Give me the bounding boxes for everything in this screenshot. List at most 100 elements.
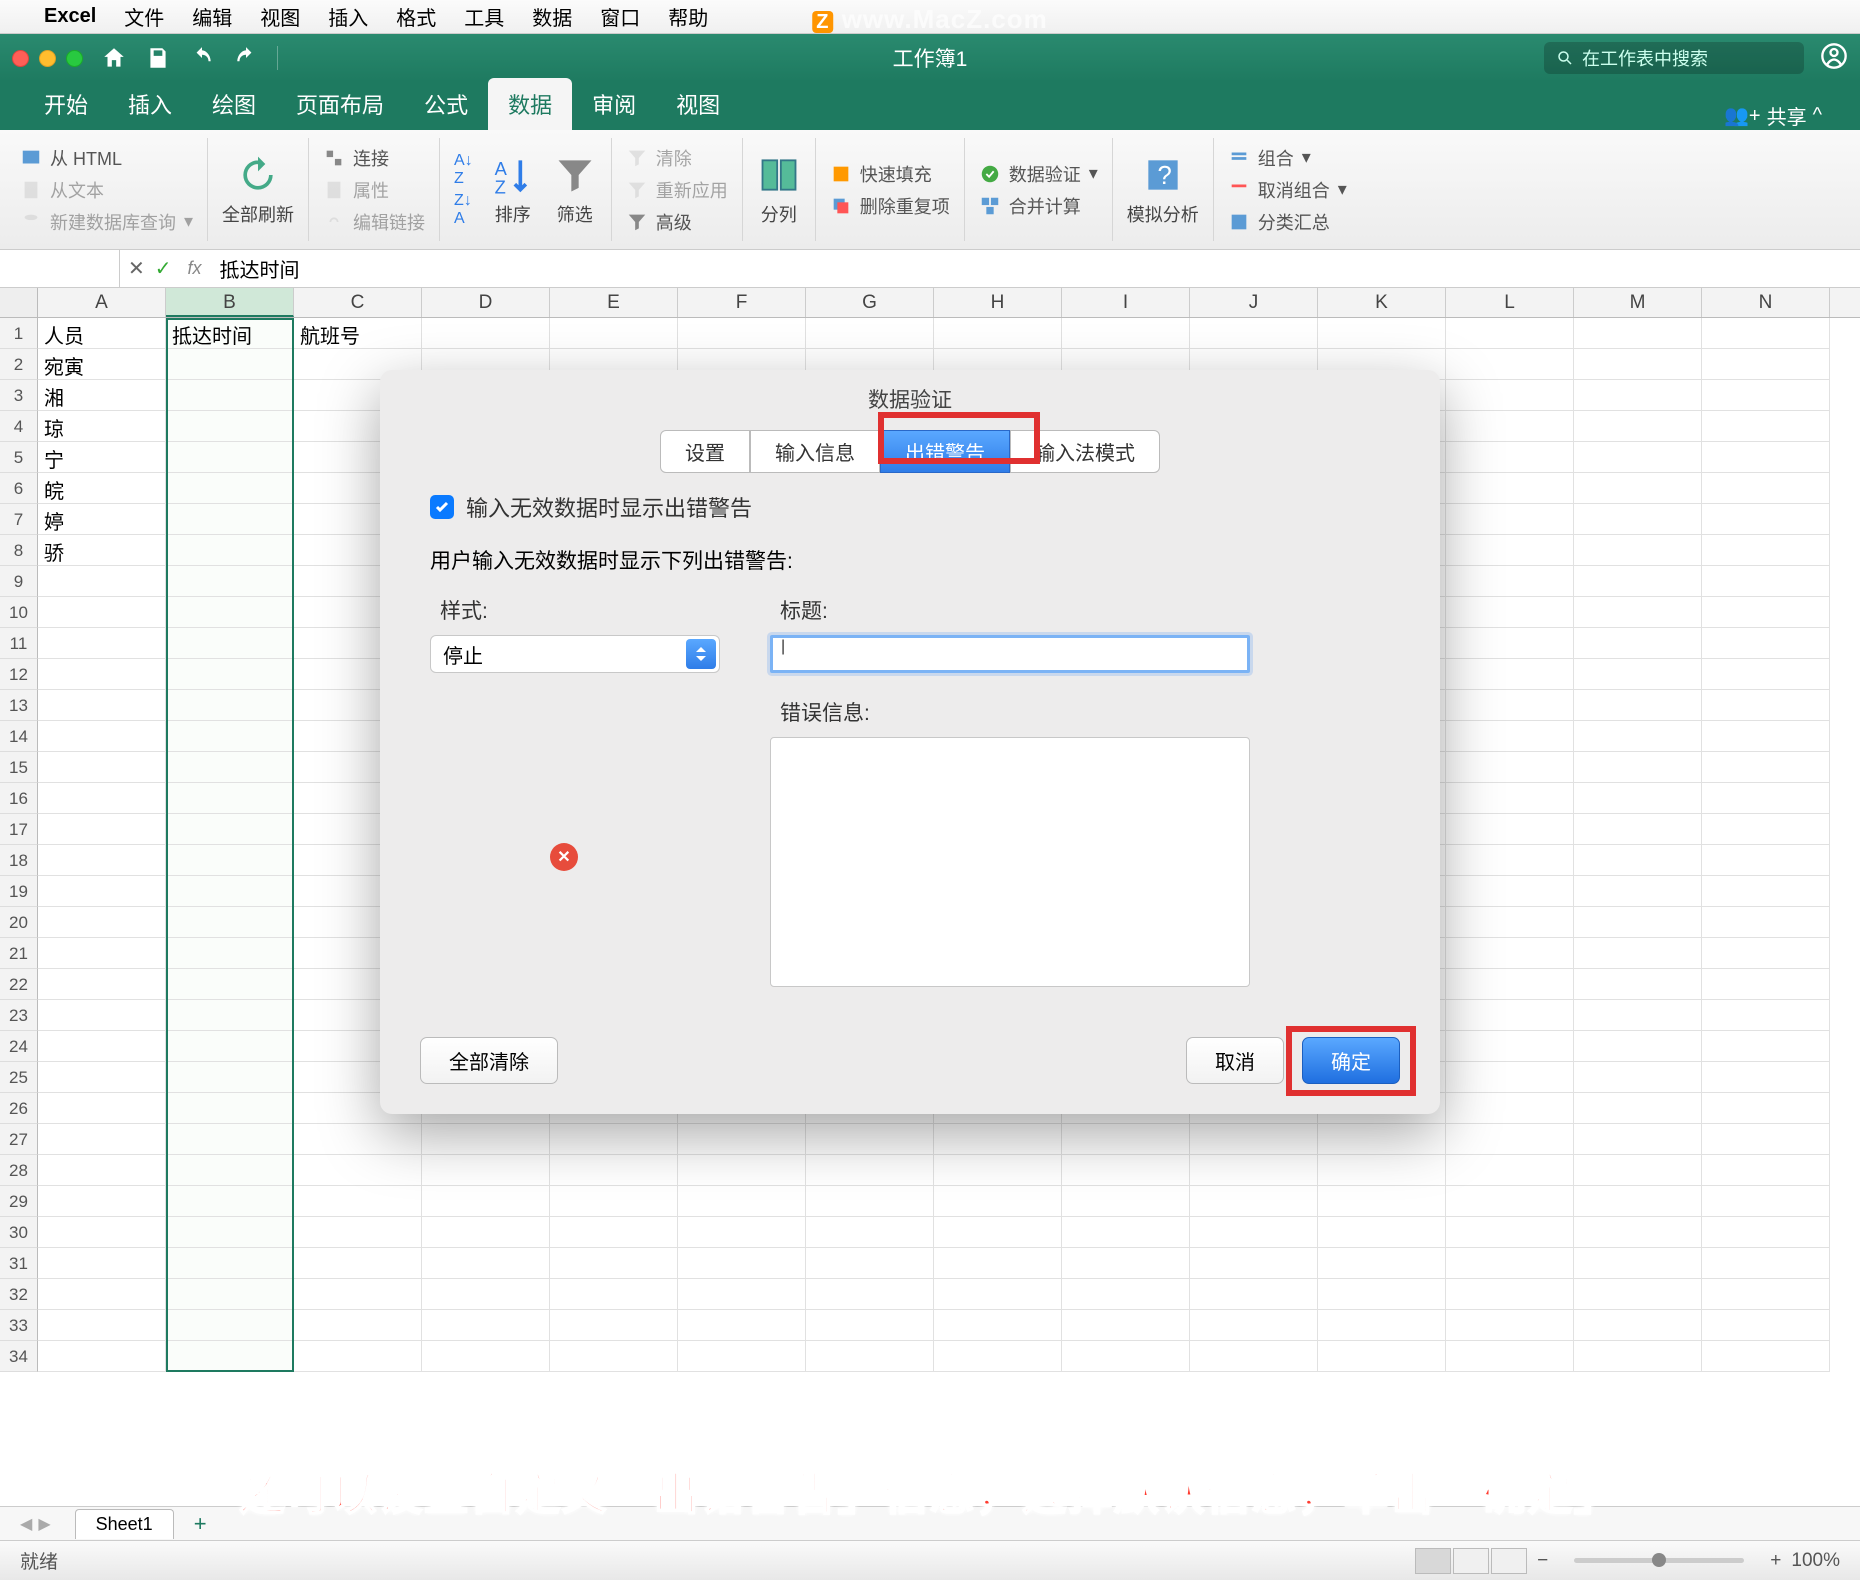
cell-M23[interactable] <box>1574 1000 1702 1031</box>
remove-duplicates-button[interactable]: 删除重复项 <box>830 193 950 219</box>
menu-edit[interactable]: 编辑 <box>192 2 232 31</box>
col-header-J[interactable]: J <box>1190 288 1318 317</box>
cell-L32[interactable] <box>1446 1279 1574 1310</box>
cell-K32[interactable] <box>1318 1279 1446 1310</box>
cell-N5[interactable] <box>1702 442 1830 473</box>
refresh-all-button[interactable]: 全部刷新 <box>222 153 294 227</box>
tab-formula[interactable]: 公式 <box>404 78 488 130</box>
cell-L3[interactable] <box>1446 380 1574 411</box>
cell-M19[interactable] <box>1574 876 1702 907</box>
cell-D33[interactable] <box>422 1310 550 1341</box>
cell-L1[interactable] <box>1446 318 1574 349</box>
cell-I33[interactable] <box>1062 1310 1190 1341</box>
cell-I31[interactable] <box>1062 1248 1190 1279</box>
cell-N15[interactable] <box>1702 752 1830 783</box>
cell-B25[interactable] <box>166 1062 294 1093</box>
from-html-button[interactable]: 从 HTML <box>20 145 193 171</box>
cell-M6[interactable] <box>1574 473 1702 504</box>
cell-L24[interactable] <box>1446 1031 1574 1062</box>
cell-M13[interactable] <box>1574 690 1702 721</box>
cell-B28[interactable] <box>166 1155 294 1186</box>
dlg-tab-settings[interactable]: 设置 <box>660 430 750 473</box>
cell-C33[interactable] <box>294 1310 422 1341</box>
row-header-32[interactable]: 32 <box>0 1279 38 1310</box>
cell-L18[interactable] <box>1446 845 1574 876</box>
dlg-tab-error-alert[interactable]: 出错警告 <box>880 430 1010 473</box>
cell-A16[interactable] <box>38 783 166 814</box>
cell-B8[interactable] <box>166 535 294 566</box>
cell-L23[interactable] <box>1446 1000 1574 1031</box>
cell-L34[interactable] <box>1446 1341 1574 1372</box>
cell-B14[interactable] <box>166 721 294 752</box>
menu-view[interactable]: 视图 <box>260 2 300 31</box>
cell-E31[interactable] <box>550 1248 678 1279</box>
cell-B2[interactable] <box>166 349 294 380</box>
cell-A2[interactable]: 宛寅 <box>38 349 166 380</box>
ungroup-button[interactable]: 取消组合 ▾ <box>1228 177 1347 203</box>
cell-N7[interactable] <box>1702 504 1830 535</box>
cell-M33[interactable] <box>1574 1310 1702 1341</box>
cell-N20[interactable] <box>1702 907 1830 938</box>
sort-asc-button[interactable]: A↓Z <box>454 152 473 188</box>
edit-links-button[interactable]: 编辑链接 <box>323 209 425 235</box>
row-header-17[interactable]: 17 <box>0 814 38 845</box>
cell-J33[interactable] <box>1190 1310 1318 1341</box>
cell-H29[interactable] <box>934 1186 1062 1217</box>
cell-M3[interactable] <box>1574 380 1702 411</box>
cell-B9[interactable] <box>166 566 294 597</box>
show-alert-checkbox[interactable] <box>430 495 454 519</box>
cell-N16[interactable] <box>1702 783 1830 814</box>
row-header-9[interactable]: 9 <box>0 566 38 597</box>
cell-L4[interactable] <box>1446 411 1574 442</box>
cell-B29[interactable] <box>166 1186 294 1217</box>
from-text-button[interactable]: 从文本 <box>20 177 193 203</box>
row-header-28[interactable]: 28 <box>0 1155 38 1186</box>
cell-E27[interactable] <box>550 1124 678 1155</box>
text-to-columns-button[interactable]: 分列 <box>757 153 801 227</box>
zoom-slider[interactable] <box>1574 1558 1744 1563</box>
cell-J29[interactable] <box>1190 1186 1318 1217</box>
cell-F33[interactable] <box>678 1310 806 1341</box>
col-header-B[interactable]: B <box>166 288 294 317</box>
row-header-5[interactable]: 5 <box>0 442 38 473</box>
cell-B12[interactable] <box>166 659 294 690</box>
cell-M5[interactable] <box>1574 442 1702 473</box>
cell-D31[interactable] <box>422 1248 550 1279</box>
cell-J1[interactable] <box>1190 318 1318 349</box>
cell-C32[interactable] <box>294 1279 422 1310</box>
cell-N30[interactable] <box>1702 1217 1830 1248</box>
cell-M31[interactable] <box>1574 1248 1702 1279</box>
cell-L14[interactable] <box>1446 721 1574 752</box>
cell-G30[interactable] <box>806 1217 934 1248</box>
cell-E32[interactable] <box>550 1279 678 1310</box>
row-header-15[interactable]: 15 <box>0 752 38 783</box>
cell-F30[interactable] <box>678 1217 806 1248</box>
tab-draw[interactable]: 绘图 <box>192 78 276 130</box>
cell-C28[interactable] <box>294 1155 422 1186</box>
cell-L10[interactable] <box>1446 597 1574 628</box>
cell-B1[interactable]: 抵达时间 <box>166 318 294 349</box>
cell-B6[interactable] <box>166 473 294 504</box>
cell-L13[interactable] <box>1446 690 1574 721</box>
cell-L28[interactable] <box>1446 1155 1574 1186</box>
cell-G1[interactable] <box>806 318 934 349</box>
view-pagebreak-button[interactable] <box>1491 1548 1527 1574</box>
cell-M27[interactable] <box>1574 1124 1702 1155</box>
cell-D28[interactable] <box>422 1155 550 1186</box>
cell-L11[interactable] <box>1446 628 1574 659</box>
cell-M17[interactable] <box>1574 814 1702 845</box>
cell-K27[interactable] <box>1318 1124 1446 1155</box>
col-header-K[interactable]: K <box>1318 288 1446 317</box>
cell-C30[interactable] <box>294 1217 422 1248</box>
tab-review[interactable]: 审阅 <box>572 78 656 130</box>
cell-F32[interactable] <box>678 1279 806 1310</box>
cell-M10[interactable] <box>1574 597 1702 628</box>
cell-H30[interactable] <box>934 1217 1062 1248</box>
cell-L21[interactable] <box>1446 938 1574 969</box>
col-header-G[interactable]: G <box>806 288 934 317</box>
cell-A29[interactable] <box>38 1186 166 1217</box>
cell-A34[interactable] <box>38 1341 166 1372</box>
cell-B23[interactable] <box>166 1000 294 1031</box>
ok-button[interactable]: 确定 <box>1302 1037 1400 1084</box>
menu-insert[interactable]: 插入 <box>328 2 368 31</box>
